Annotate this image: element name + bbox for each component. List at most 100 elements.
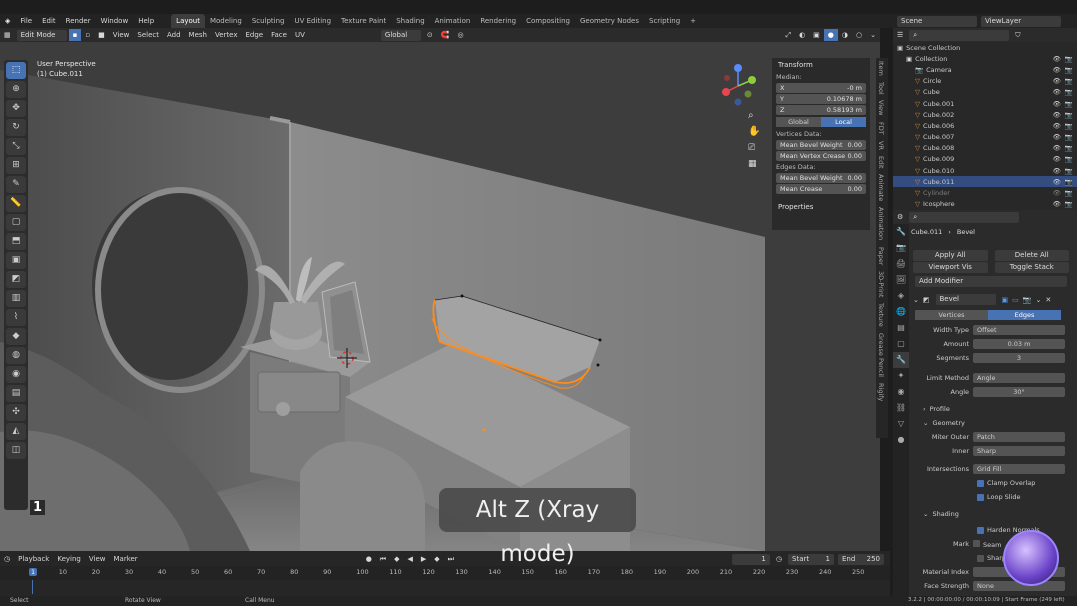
bevel-tool-icon[interactable]: ◩ — [6, 271, 26, 288]
poly-build-tool-icon[interactable]: ◆ — [6, 328, 26, 345]
move-tool-icon[interactable]: ✥ — [6, 100, 26, 117]
menu-help[interactable]: Help — [133, 14, 159, 28]
workspace-tab-modeling[interactable]: Modeling — [205, 14, 247, 28]
outliner-row[interactable]: ▽ Cube.007 👁 📷 — [893, 132, 1077, 143]
collapse-chevron-icon[interactable]: ⌄ — [913, 296, 919, 304]
tab-rigify[interactable]: Rigify — [876, 380, 886, 404]
delete-all-button[interactable]: Delete All — [994, 250, 1069, 261]
header-menu-add[interactable]: Add — [163, 29, 185, 41]
global-button[interactable]: Global — [776, 117, 821, 127]
geometry-subpanel[interactable]: ⌄ Geometry — [893, 416, 1077, 430]
3d-viewport[interactable]: User Perspective (1) Cube.011 1 ⌕ ✋ ⎚ ▦ — [0, 42, 880, 551]
outliner-row[interactable]: ▽ Cube.002 👁 📷 — [893, 109, 1077, 120]
render-camera-icon[interactable]: 📷 — [1065, 133, 1073, 141]
tab-item[interactable]: Item — [876, 58, 886, 79]
shear-tool-icon[interactable]: ◭ — [6, 423, 26, 440]
clamp-overlap-checkbox[interactable]: Clamp Overlap — [893, 476, 1077, 490]
render-camera-icon[interactable]: 📷 — [1065, 66, 1073, 74]
workspace-tab-compositing[interactable]: Compositing — [521, 14, 575, 28]
visibility-eye-icon[interactable]: 👁 — [1053, 133, 1061, 141]
navigation-gizmo[interactable] — [718, 62, 758, 108]
median-z-field[interactable]: Z 0.58193 m — [776, 105, 866, 115]
header-menu-vertex[interactable]: Vertex — [211, 29, 242, 41]
width-type-dropdown[interactable]: Offset — [973, 325, 1065, 335]
menu-window[interactable]: Window — [96, 14, 134, 28]
angle-field[interactable]: 30° — [973, 387, 1065, 397]
annotate-tool-icon[interactable]: ✎ — [6, 176, 26, 193]
current-frame-field[interactable]: 1 — [731, 553, 770, 565]
proportional-edit-icon[interactable]: ◎ — [453, 29, 467, 41]
render-camera-icon[interactable]: 📷 — [1065, 178, 1073, 186]
workspace-tab-shading[interactable]: Shading — [391, 14, 429, 28]
tab-fdt[interactable]: FDT — [876, 119, 886, 138]
timeline-editor-icon[interactable]: ◷ — [0, 553, 14, 565]
tab-edit[interactable]: Edit — [876, 153, 886, 172]
menu-edit[interactable]: Edit — [37, 14, 61, 28]
filter-icon[interactable]: ⛉ — [1011, 29, 1024, 41]
intersections-dropdown[interactable]: Grid Fill — [973, 464, 1065, 474]
limit-method-dropdown[interactable]: Angle — [973, 373, 1065, 383]
mean-bevel-weight-field[interactable]: Mean Bevel Weight 0.00 — [776, 140, 866, 150]
overlay-icon[interactable]: ◐ — [795, 29, 809, 41]
outliner-row[interactable]: ▽ Cube.010 👁 📷 — [893, 165, 1077, 176]
visibility-eye-icon[interactable]: 👁 — [1053, 200, 1061, 208]
select-mode-face-icon[interactable]: ■ — [94, 29, 109, 41]
camera-view-icon[interactable]: ⎚ — [748, 143, 755, 153]
visibility-eye-icon[interactable]: 👁 — [1053, 167, 1061, 175]
visibility-eye-icon[interactable]: 👁 — [1053, 88, 1061, 96]
visibility-eye-icon[interactable]: 👁 — [1053, 178, 1061, 186]
play-icon[interactable]: ▶ — [417, 553, 430, 565]
outliner-search-input[interactable]: ⌕ — [909, 29, 1010, 41]
pivot-icon[interactable]: ⊙ — [423, 29, 437, 41]
shading-options-icon[interactable]: ⌄ — [866, 29, 880, 41]
render-camera-icon[interactable]: 📷 — [1065, 55, 1073, 63]
render-camera-icon[interactable]: 📷 — [1065, 122, 1073, 130]
start-frame-field[interactable]: Start 1 — [788, 553, 834, 565]
render-tab-icon[interactable]: 📷 — [893, 240, 909, 256]
scene-selector[interactable]: Scene — [897, 15, 977, 27]
edge-mean-bevel-weight-field[interactable]: Mean Bevel Weight 0.00 — [776, 173, 866, 183]
properties-panel-header[interactable]: Properties — [772, 200, 870, 214]
outliner-row[interactable]: ▽ Cube.001 👁 📷 — [893, 98, 1077, 109]
workspace-tab-layout[interactable]: Layout — [171, 14, 205, 28]
timeline-menu-marker[interactable]: Marker — [109, 553, 141, 565]
render-camera-icon[interactable]: 📷 — [1065, 155, 1073, 163]
outliner-row[interactable]: ▽ Cube.006 👁 📷 — [893, 120, 1077, 131]
mode-dropdown[interactable]: Edit Mode — [16, 29, 67, 41]
workspace-tab-animation[interactable]: Animation — [430, 14, 476, 28]
timeline-ruler[interactable]: 1102030405060708090100110120130140150160… — [0, 566, 890, 580]
header-menu-edge[interactable]: Edge — [242, 29, 268, 41]
mean-crease-field[interactable]: Mean Crease 0.00 — [776, 184, 866, 194]
render-camera-icon[interactable]: 📷 — [1065, 200, 1073, 208]
header-menu-mesh[interactable]: Mesh — [185, 29, 211, 41]
render-camera-icon[interactable]: 📷 — [1065, 77, 1073, 85]
timeline-menu-playback[interactable]: Playback — [14, 553, 53, 565]
extrude-tool-icon[interactable]: ⬒ — [6, 233, 26, 250]
apply-all-button[interactable]: Apply All — [913, 250, 988, 261]
remove-modifier-icon[interactable]: ✕ — [1045, 296, 1051, 304]
workspace-tab-rendering[interactable]: Rendering — [475, 14, 521, 28]
select-box-tool-icon[interactable]: ⬚ — [6, 62, 26, 79]
tab-vr[interactable]: VR — [876, 138, 886, 153]
miter-outer-dropdown[interactable]: Patch — [973, 432, 1065, 442]
scale-tool-icon[interactable]: ⤡ — [6, 138, 26, 155]
scene-tab-icon[interactable]: ◈ — [893, 288, 909, 304]
zoom-icon[interactable]: ⌕ — [748, 110, 754, 121]
harden-normals-checkbox[interactable]: Harden Normals — [893, 523, 1077, 537]
transform-panel-title[interactable]: Transform — [772, 58, 870, 72]
tab-animation[interactable]: Animation — [876, 204, 886, 243]
viewport-toggle-icon[interactable]: ▭ — [1012, 296, 1019, 304]
median-x-field[interactable]: X -0 m — [776, 83, 866, 93]
header-menu-select[interactable]: Select — [133, 29, 163, 41]
header-menu-face[interactable]: Face — [267, 29, 291, 41]
tab-paper[interactable]: Paper — [876, 244, 886, 268]
outliner-row[interactable]: ▽ Cube.008 👁 📷 — [893, 143, 1077, 154]
measure-tool-icon[interactable]: 📏 — [6, 195, 26, 212]
amount-field[interactable]: 0.03 m — [973, 339, 1065, 349]
add-modifier-button[interactable]: Add Modifier — [913, 276, 1069, 287]
modifier-menu-icon[interactable]: ⌄ — [1035, 296, 1041, 304]
mean-vertex-crease-field[interactable]: Mean Vertex Crease 0.00 — [776, 151, 866, 161]
snap-icon[interactable]: 🧲 — [437, 29, 454, 41]
tab-texture[interactable]: Texture — [876, 300, 886, 330]
end-frame-field[interactable]: End 250 — [838, 553, 884, 565]
